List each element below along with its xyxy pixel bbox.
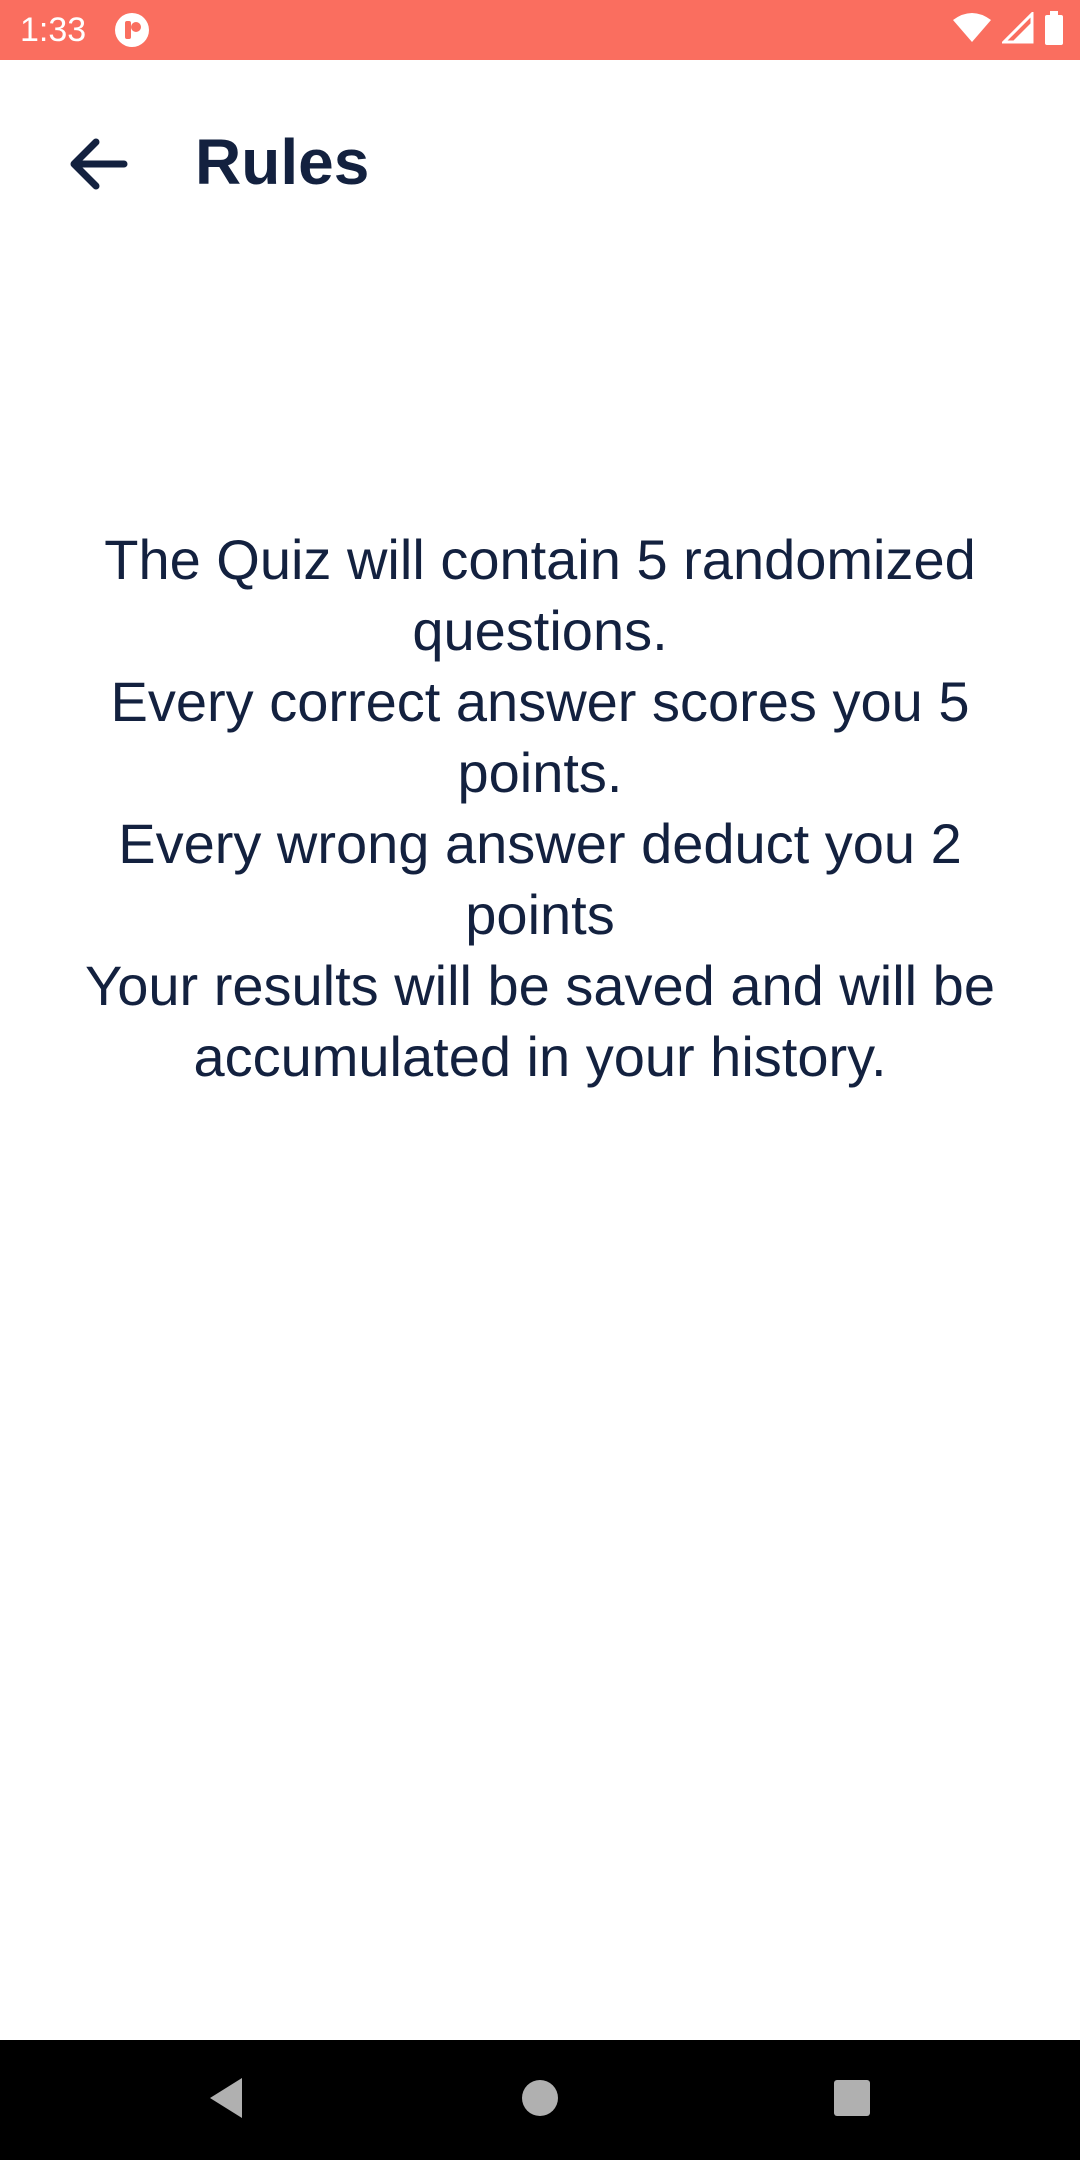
cell-signal-icon: [1000, 9, 1034, 49]
rule-line: Your results will be saved and will be a…: [85, 954, 995, 1088]
rule-line: Every wrong answer deduct you 2 points: [118, 812, 962, 946]
battery-icon: [1044, 10, 1064, 50]
notification-app-icon: [114, 12, 150, 48]
rule-line: The Quiz will contain 5 randomized quest…: [104, 528, 976, 662]
status-bar: 1:33: [0, 0, 1080, 60]
wifi-icon: [952, 12, 992, 49]
page-title: Rules: [195, 126, 370, 198]
nav-back-button[interactable]: [196, 2070, 256, 2130]
status-icons: [952, 9, 1064, 50]
home-circle-icon: [520, 2078, 560, 2123]
nav-home-button[interactable]: [510, 2070, 570, 2130]
status-time: 1:33: [20, 11, 87, 49]
rules-screen: 1:33 Rules The Quiz will contain 5 rando…: [0, 0, 1080, 2160]
rule-line: Every correct answer scores you 5 points…: [110, 670, 970, 804]
system-nav-bar: [0, 2040, 1080, 2160]
back-triangle-icon: [206, 2076, 246, 2125]
recents-square-icon: [833, 2079, 871, 2122]
back-button[interactable]: [50, 118, 146, 214]
rules-text: The Quiz will contain 5 randomized quest…: [40, 524, 1040, 1092]
arrow-left-icon: [68, 138, 128, 195]
app-bar: Rules: [0, 60, 1080, 260]
nav-recents-button[interactable]: [822, 2070, 882, 2130]
